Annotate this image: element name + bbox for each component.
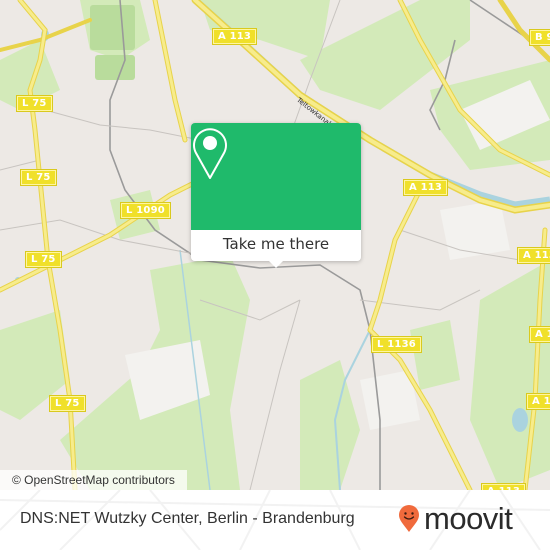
place-name: DNS:NET Wutzky Center, Berlin - Brandenb… xyxy=(20,510,355,527)
road-shield: A 113 xyxy=(211,28,258,45)
road-shield: L 75 xyxy=(16,95,53,112)
road-shield: A 113 xyxy=(528,326,550,343)
brand-name: moovit xyxy=(424,501,513,536)
popup-pointer xyxy=(267,259,285,268)
popup-header xyxy=(191,123,361,230)
road-shield: A 113 xyxy=(525,393,550,410)
road-shield: L 75 xyxy=(20,169,57,186)
road-shield: L 75 xyxy=(25,251,62,268)
footer-bar: DNS:NET Wutzky Center, Berlin - Brandenb… xyxy=(0,490,550,550)
location-popup: Take me there xyxy=(191,123,361,268)
moovit-logo[interactable]: moovit xyxy=(398,501,513,536)
take-me-there-button[interactable]: Take me there xyxy=(191,230,361,261)
road-shield: L 1136 xyxy=(371,336,422,353)
allotment-gardens xyxy=(90,5,135,80)
map-view[interactable]: Teltowkanal A 113 A 113 A 113 A 113 A 11… xyxy=(0,0,550,490)
road-shield: A 113 xyxy=(516,247,550,264)
road-shield: L 1090 xyxy=(120,202,171,219)
road-shield: L 75 xyxy=(49,395,86,412)
road-shield: A 113 xyxy=(402,179,449,196)
map-attribution[interactable]: © OpenStreetMap contributors xyxy=(0,470,187,490)
moovit-smiley-pin-icon xyxy=(399,505,419,532)
road-shield: B 96 xyxy=(529,29,550,46)
location-pin-icon xyxy=(193,128,227,179)
